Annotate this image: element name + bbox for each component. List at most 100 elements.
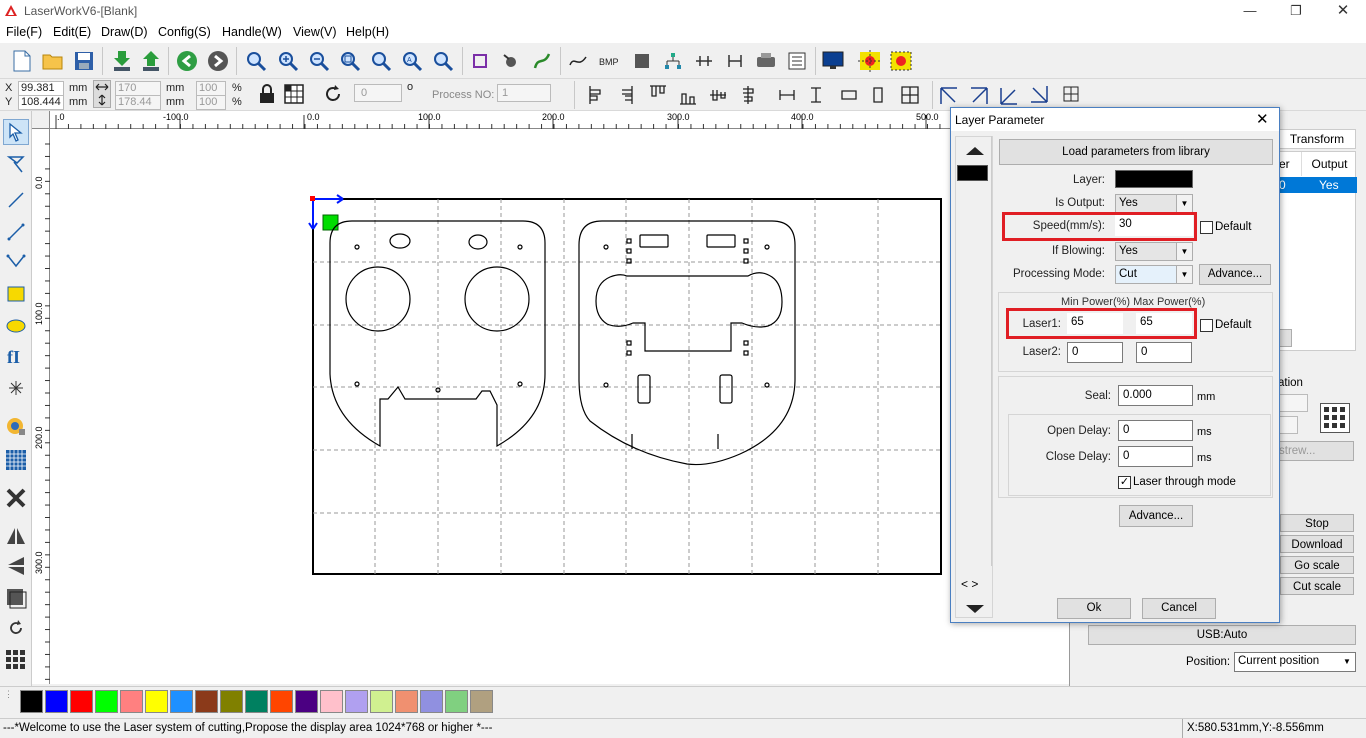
seal-input[interactable]: 0.000	[1118, 385, 1193, 406]
restore-button[interactable]: ❐	[1273, 0, 1319, 23]
point-tool-icon[interactable]	[3, 375, 29, 401]
polyline-tool-icon[interactable]	[3, 219, 29, 245]
tree-icon[interactable]	[660, 48, 686, 74]
list-icon[interactable]	[784, 48, 810, 74]
is-output-select[interactable]: Yes ▼	[1115, 194, 1193, 213]
zoom-out-icon[interactable]	[306, 48, 332, 74]
menu-help[interactable]: Help(H)	[346, 25, 389, 39]
align-h-icon[interactable]	[691, 48, 717, 74]
scale-x-input[interactable]: 100	[196, 81, 226, 96]
redo-icon[interactable]	[205, 48, 231, 74]
zoom-page-icon[interactable]: A	[399, 48, 425, 74]
open-folder-icon[interactable]	[40, 48, 66, 74]
grid-tool-icon[interactable]	[3, 647, 29, 673]
mirror-h-tool-icon[interactable]	[3, 523, 29, 549]
undo-icon[interactable]	[174, 48, 200, 74]
color-swatch[interactable]	[270, 690, 293, 713]
color-swatch[interactable]	[295, 690, 318, 713]
go-scale-button[interactable]: Go scale	[1280, 556, 1354, 574]
menu-draw[interactable]: Draw(D)	[101, 25, 148, 39]
color-swatch[interactable]	[220, 690, 243, 713]
monitor-icon[interactable]	[820, 48, 846, 74]
zoom-window-icon[interactable]	[243, 48, 269, 74]
layer-color[interactable]	[1115, 170, 1193, 188]
zoom-fit-icon[interactable]	[337, 48, 363, 74]
position-grid-icon[interactable]	[283, 83, 305, 105]
new-file-icon[interactable]	[9, 48, 35, 74]
color-swatch[interactable]	[120, 690, 143, 713]
speed-input[interactable]: 30	[1115, 215, 1193, 236]
bitmap-icon[interactable]: BMP	[597, 48, 623, 74]
color-swatch[interactable]	[370, 690, 393, 713]
close-delay-input[interactable]: 0	[1118, 446, 1193, 467]
color-swatch[interactable]	[445, 690, 468, 713]
load-library-button[interactable]: Load parameters from library	[999, 139, 1273, 165]
process-no-input[interactable]: 1	[497, 84, 551, 102]
cancel-button[interactable]: Cancel	[1142, 598, 1216, 619]
menu-view[interactable]: View(V)	[293, 25, 337, 39]
scale-y-input[interactable]: 100	[196, 95, 226, 110]
zoom-in-icon[interactable]	[275, 48, 301, 74]
color-swatch[interactable]	[245, 690, 268, 713]
y-position-input[interactable]: 108.444	[18, 95, 64, 110]
laser1-min-input[interactable]: 65	[1067, 313, 1123, 334]
processing-mode-select[interactable]: Cut ▼	[1115, 265, 1193, 284]
laser-head-icon[interactable]	[857, 48, 883, 74]
laser-through-mode-checkbox[interactable]: ✓	[1118, 476, 1131, 489]
color-swatch[interactable]	[95, 690, 118, 713]
lock-size-toggle[interactable]	[93, 80, 111, 108]
color-swatch[interactable]	[145, 690, 168, 713]
location-x-input[interactable]	[1278, 394, 1308, 412]
menu-file[interactable]: File(F)	[6, 25, 42, 39]
layer-nav[interactable]: < >	[961, 577, 978, 591]
zoom-select-icon[interactable]	[430, 48, 456, 74]
rotate-tool-icon[interactable]	[3, 615, 29, 641]
color-swatch[interactable]	[45, 690, 68, 713]
color-swatch[interactable]	[395, 690, 418, 713]
strew-button[interactable]: strew...	[1278, 441, 1354, 461]
select-tool-icon[interactable]	[3, 119, 29, 145]
export-icon[interactable]	[138, 48, 164, 74]
bezier-tool-icon[interactable]	[3, 249, 29, 275]
ellipse-tool-icon[interactable]	[3, 313, 29, 339]
close-window-button[interactable]: ✕	[1320, 0, 1366, 23]
power-default-checkbox[interactable]	[1200, 319, 1213, 332]
scroll-down-icon[interactable]	[962, 603, 988, 615]
location-y-input[interactable]	[1278, 416, 1298, 434]
layer-color-swatch[interactable]	[957, 165, 988, 181]
color-swatch[interactable]	[420, 690, 443, 713]
curve-icon[interactable]	[565, 48, 591, 74]
text-tool-icon[interactable]: fI	[3, 343, 29, 369]
lock-ratio-icon[interactable]	[256, 83, 278, 105]
smooth-curve-icon[interactable]	[529, 48, 555, 74]
open-delay-input[interactable]: 0	[1118, 420, 1193, 441]
stop-button[interactable]: Stop	[1280, 514, 1354, 532]
line-tool-icon[interactable]	[3, 187, 29, 213]
color-swatch[interactable]	[20, 690, 43, 713]
cut-scale-button[interactable]: Cut scale	[1280, 577, 1354, 595]
width-input[interactable]: 170	[115, 81, 161, 96]
menu-handle[interactable]: Handle(W)	[222, 25, 282, 39]
machine-icon[interactable]	[753, 48, 779, 74]
import-icon[interactable]	[109, 48, 135, 74]
laser-frame-icon[interactable]	[888, 48, 914, 74]
color-swatch[interactable]	[195, 690, 218, 713]
speed-default-checkbox[interactable]	[1200, 221, 1213, 234]
advance-button[interactable]: Advance...	[1199, 264, 1271, 285]
fill-icon[interactable]	[498, 48, 524, 74]
rotation-input[interactable]: 0	[354, 84, 402, 102]
usb-button[interactable]: USB:Auto	[1088, 625, 1356, 645]
array-tool-icon[interactable]	[3, 447, 29, 473]
mirror-v-tool-icon[interactable]	[3, 553, 29, 579]
camera-tool-icon[interactable]	[3, 413, 29, 439]
x-position-input[interactable]: 99.381	[18, 81, 64, 96]
color-swatch[interactable]	[470, 690, 493, 713]
laser1-max-input[interactable]: 65	[1136, 313, 1192, 334]
zoom-all-icon[interactable]	[368, 48, 394, 74]
drawing-canvas[interactable]	[50, 129, 1070, 684]
minimize-button[interactable]: —	[1227, 0, 1273, 23]
table-row[interactable]: 0 Yes	[1279, 177, 1357, 193]
height-input[interactable]: 178.44	[115, 95, 161, 110]
scroll-up-icon[interactable]	[962, 145, 988, 157]
download-button[interactable]: Download	[1280, 535, 1354, 553]
